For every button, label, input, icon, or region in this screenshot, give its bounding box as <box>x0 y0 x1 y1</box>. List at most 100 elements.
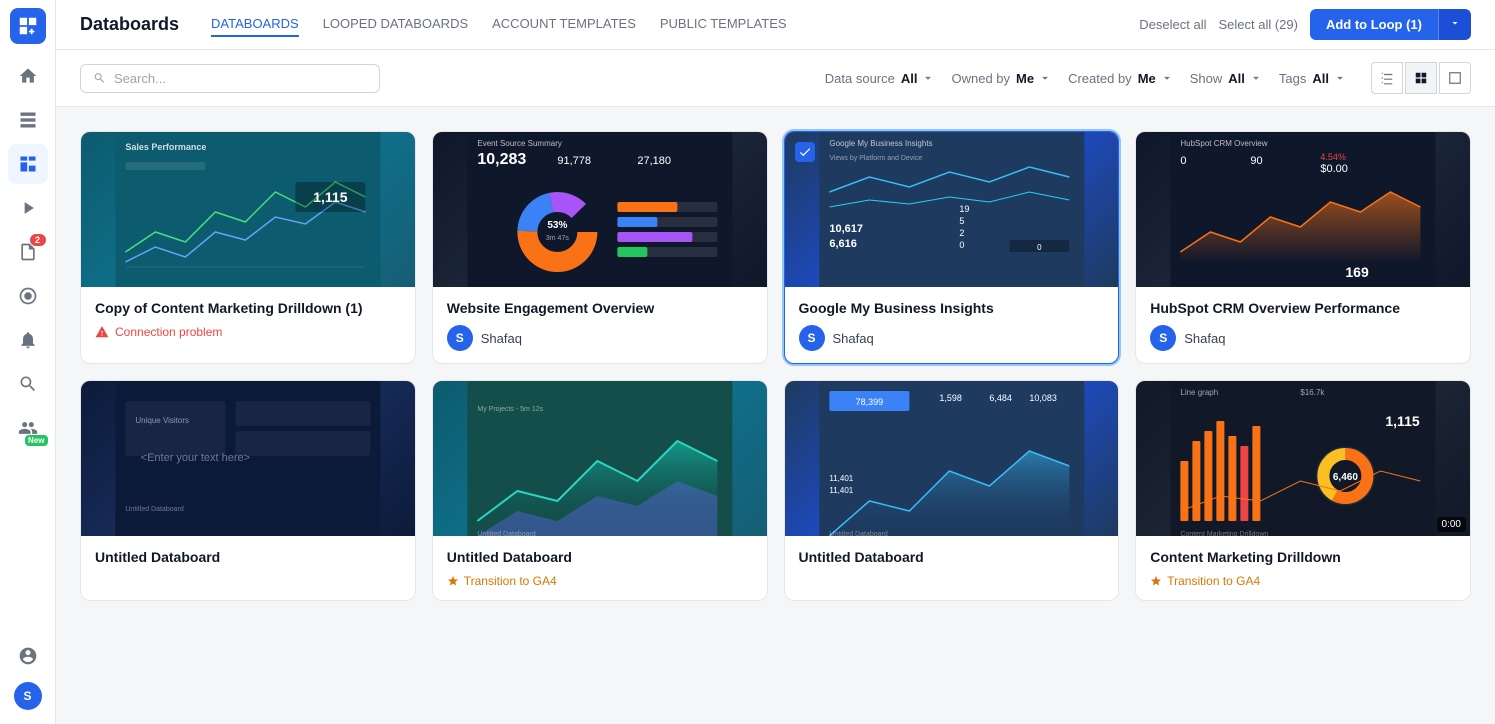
sidebar-item-search[interactable] <box>8 364 48 404</box>
sidebar-item-play[interactable] <box>8 188 48 228</box>
nav-looped[interactable]: LOOPED DATABOARDS <box>323 12 468 37</box>
sidebar-item-settings[interactable] <box>8 636 48 676</box>
sidebar-item-numbers[interactable] <box>8 100 48 140</box>
data-source-label: Data source <box>825 71 895 86</box>
sidebar-item-user[interactable]: S <box>8 676 48 716</box>
owned-by-label: Owned by <box>951 71 1010 86</box>
author-name-3: Shafaq <box>833 331 874 346</box>
databoard-card-8[interactable]: Line graph $16.7k 6, <box>1135 380 1471 601</box>
svg-text:10,283: 10,283 <box>477 151 526 168</box>
list-view-button[interactable] <box>1371 62 1403 94</box>
card-author-2: S Shafaq <box>447 325 753 351</box>
data-source-filter: Data source All <box>825 71 936 86</box>
search-box[interactable] <box>80 64 380 93</box>
page-title: Databoards <box>80 14 179 35</box>
home-icon <box>18 66 38 86</box>
databoard-card-7[interactable]: 78,399 1,598 6,484 10,083 <box>784 380 1120 601</box>
card-thumbnail-2: Event Source Summary 10,283 91,778 27,18… <box>433 132 767 287</box>
databoard-card-3[interactable]: Google My Business Insights Views by Pla… <box>784 131 1120 364</box>
sidebar-item-home[interactable] <box>8 56 48 96</box>
card-title-6: Untitled Databoard <box>447 548 753 566</box>
warning-icon <box>95 325 109 339</box>
search-icon <box>18 374 38 394</box>
chevron-icon <box>1249 71 1263 85</box>
databoard-card-1[interactable]: Sales Performance 1,115 Copy of Content … <box>80 131 416 364</box>
show-select[interactable]: All <box>1228 71 1263 86</box>
main-content: Databoards DATABOARDS LOOPED DATABOARDS … <box>56 0 1495 724</box>
card-author-3: S Shafaq <box>799 325 1105 351</box>
tags-select[interactable]: All <box>1312 71 1347 86</box>
card-tag-6: Transition to GA4 <box>447 574 753 588</box>
select-all-link[interactable]: Select all (29) <box>1218 17 1297 32</box>
cards-grid: Sales Performance 1,115 Copy of Content … <box>80 131 1471 601</box>
sidebar: 2 New S <box>0 0 56 724</box>
created-by-select[interactable]: Me <box>1138 71 1174 86</box>
card-title-1: Copy of Content Marketing Drilldown (1) <box>95 299 401 317</box>
svg-text:27,180: 27,180 <box>637 155 671 167</box>
new-badge: New <box>25 435 47 446</box>
svg-text:0: 0 <box>959 240 964 250</box>
search-icon <box>93 71 106 85</box>
card-title-4: HubSpot CRM Overview Performance <box>1150 299 1456 317</box>
svg-text:Untitled Databoard: Untitled Databoard <box>829 531 887 536</box>
svg-text:Line graph: Line graph <box>1181 388 1219 397</box>
nav-account[interactable]: ACCOUNT TEMPLATES <box>492 12 636 37</box>
svg-text:10,617: 10,617 <box>829 223 863 235</box>
deselect-all-link[interactable]: Deselect all <box>1139 17 1206 32</box>
databoard-card-2[interactable]: Event Source Summary 10,283 91,778 27,18… <box>432 131 768 364</box>
card-tag-8: Transition to GA4 <box>1150 574 1456 588</box>
grid-view-button[interactable] <box>1405 62 1437 94</box>
svg-text:Google My Business Insights: Google My Business Insights <box>829 139 932 148</box>
filter-bar: Data source All Owned by Me Created by M… <box>56 50 1495 107</box>
svg-text:My Projects - 5m 12s: My Projects - 5m 12s <box>477 406 543 413</box>
svg-text:10,083: 10,083 <box>1029 393 1057 403</box>
card-body-6: Untitled Databoard Transition to GA4 <box>433 536 767 600</box>
chevron-icon <box>1333 71 1347 85</box>
large-view-button[interactable] <box>1439 62 1471 94</box>
sidebar-item-goals[interactable] <box>8 276 48 316</box>
card-title-3: Google My Business Insights <box>799 299 1105 317</box>
svg-text:11,401: 11,401 <box>829 486 853 495</box>
time-badge: 0:00 <box>1437 517 1466 532</box>
tags-filter: Tags All <box>1279 71 1347 86</box>
numbers-icon <box>18 110 38 130</box>
svg-text:1,115: 1,115 <box>1386 413 1420 429</box>
svg-text:5: 5 <box>959 216 964 226</box>
author-avatar-4: S <box>1150 325 1176 351</box>
card-title-7: Untitled Databoard <box>799 548 1105 566</box>
card-thumbnail-3: Google My Business Insights Views by Pla… <box>785 132 1119 287</box>
owned-by-select[interactable]: Me <box>1016 71 1052 86</box>
svg-text:91,778: 91,778 <box>557 155 591 167</box>
svg-text:6,616: 6,616 <box>829 238 857 250</box>
top-navigation: Databoards DATABOARDS LOOPED DATABOARDS … <box>56 0 1495 50</box>
chevron-icon <box>1160 71 1174 85</box>
app-logo[interactable] <box>10 8 46 44</box>
star-icon <box>447 575 459 587</box>
svg-text:0: 0 <box>1181 155 1187 167</box>
card-author-4: S Shafaq <box>1150 325 1456 351</box>
databoard-card-6[interactable]: My Projects - 5m 12s Untitled Databoard … <box>432 380 768 601</box>
sidebar-item-databoards[interactable] <box>8 144 48 184</box>
card-title-2: Website Engagement Overview <box>447 299 753 317</box>
goals-icon <box>18 286 38 306</box>
nav-databoards[interactable]: DATABOARDS <box>211 12 299 37</box>
card-thumbnail-4: HubSpot CRM Overview 0 90 4.54% $0.00 <box>1136 132 1470 287</box>
databoard-card-5[interactable]: <Enter your text here> Untitled Databoar… <box>80 380 416 601</box>
alert-icon <box>18 330 38 350</box>
report-badge: 2 <box>30 234 46 246</box>
card-error-1: Connection problem <box>95 325 401 339</box>
svg-text:Untitled Databoard: Untitled Databoard <box>477 531 535 536</box>
search-input[interactable] <box>114 71 367 86</box>
add-to-loop-button[interactable]: Add to Loop (1) <box>1310 9 1438 40</box>
add-to-loop-chevron-button[interactable] <box>1438 9 1471 40</box>
sidebar-item-new[interactable]: New <box>8 408 48 448</box>
user-avatar: S <box>14 682 42 710</box>
sidebar-item-reports[interactable]: 2 <box>8 232 48 272</box>
nav-public[interactable]: PUBLIC TEMPLATES <box>660 12 787 37</box>
data-source-select[interactable]: All <box>901 71 936 86</box>
databoard-card-4[interactable]: HubSpot CRM Overview 0 90 4.54% $0.00 <box>1135 131 1471 364</box>
svg-text:3m 47s: 3m 47s <box>546 235 569 242</box>
sidebar-item-alerts[interactable] <box>8 320 48 360</box>
svg-text:11,401: 11,401 <box>829 474 853 483</box>
svg-text:1,598: 1,598 <box>939 393 962 403</box>
